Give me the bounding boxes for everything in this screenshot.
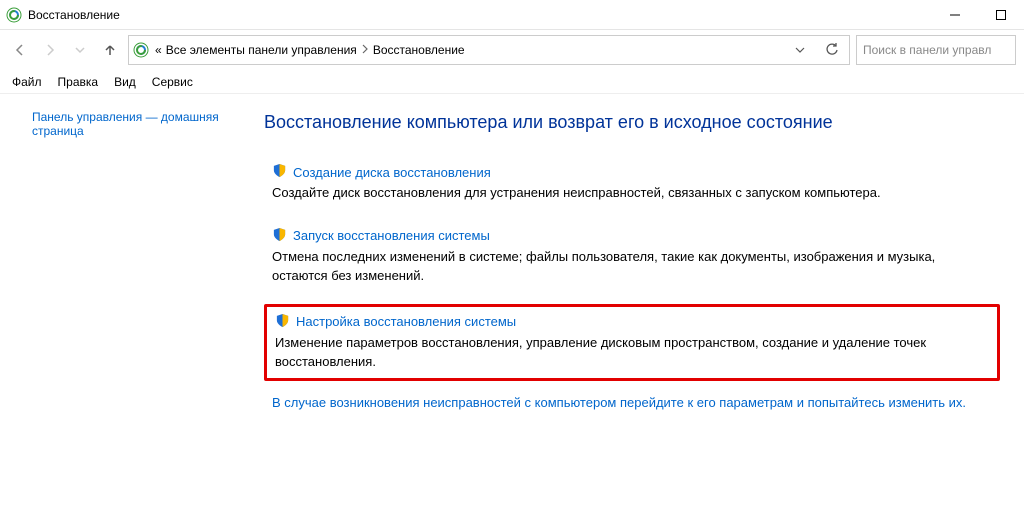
breadcrumb-item[interactable]: Восстановление [373, 43, 465, 57]
breadcrumb: « Все элементы панели управления Восстан… [155, 43, 465, 57]
back-button[interactable] [8, 35, 32, 65]
menu-bar: Файл Правка Вид Сервис [0, 70, 1024, 94]
option-description: Отмена последних изменений в системе; фа… [272, 247, 992, 286]
option-description: Изменение параметров восстановления, упр… [275, 333, 989, 372]
recovery-option-highlighted: Настройка восстановления системы Изменен… [264, 304, 1000, 381]
window-controls [932, 0, 1024, 29]
shield-icon [272, 227, 287, 245]
recent-locations-button[interactable] [68, 35, 92, 65]
window-titlebar: Восстановление [0, 0, 1024, 30]
chevron-right-icon [361, 43, 369, 57]
open-system-restore-link[interactable]: Запуск восстановления системы [293, 228, 490, 243]
menu-view[interactable]: Вид [114, 75, 136, 89]
menu-edit[interactable]: Правка [58, 75, 99, 89]
breadcrumb-root[interactable]: « [155, 43, 162, 57]
forward-button[interactable] [38, 35, 62, 65]
create-recovery-drive-link[interactable]: Создание диска восстановления [293, 165, 491, 180]
configure-system-restore-link[interactable]: Настройка восстановления системы [296, 314, 516, 329]
address-dropdown-button[interactable] [787, 43, 813, 58]
recovery-option: Запуск восстановления системы Отмена пос… [264, 221, 1000, 292]
breadcrumb-item[interactable]: Все элементы панели управления [166, 43, 357, 57]
shield-icon [275, 313, 290, 331]
address-bar[interactable]: « Все элементы панели управления Восстан… [128, 35, 850, 65]
refresh-button[interactable] [819, 42, 845, 59]
up-button[interactable] [98, 35, 122, 65]
page-title: Восстановление компьютера или возврат ег… [264, 112, 1000, 133]
footer-note: В случае возникновения неисправностей с … [264, 393, 1000, 413]
pc-settings-link[interactable]: В случае возникновения неисправностей с … [272, 395, 966, 410]
recovery-option: Создание диска восстановления Создайте д… [264, 157, 1000, 209]
main-content: Восстановление компьютера или возврат ег… [240, 94, 1024, 517]
recovery-app-icon [133, 42, 149, 58]
minimize-button[interactable] [932, 0, 978, 29]
option-description: Создайте диск восстановления для устране… [272, 183, 992, 203]
window-title: Восстановление [28, 8, 932, 22]
menu-file[interactable]: Файл [12, 75, 42, 89]
search-input[interactable]: Поиск в панели управл [856, 35, 1016, 65]
recovery-app-icon [6, 7, 22, 23]
sidebar: Панель управления — домашняя страница [0, 94, 240, 517]
sidebar-home-link[interactable]: Панель управления — домашняя страница [32, 110, 219, 138]
explorer-toolbar: « Все элементы панели управления Восстан… [0, 30, 1024, 70]
content-area: Панель управления — домашняя страница Во… [0, 94, 1024, 517]
shield-icon [272, 163, 287, 181]
maximize-button[interactable] [978, 0, 1024, 29]
menu-tools[interactable]: Сервис [152, 75, 193, 89]
